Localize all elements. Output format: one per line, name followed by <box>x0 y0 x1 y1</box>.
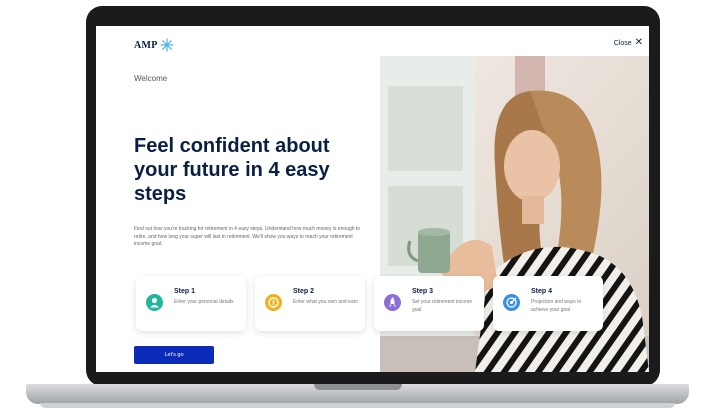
intro-description: Find out how you're tracking for retirem… <box>134 226 361 247</box>
rocket-icon <box>384 294 401 311</box>
step-title: Step 3 <box>412 288 434 295</box>
person-icon <box>146 294 163 311</box>
laptop-shadow <box>40 403 675 408</box>
lets-go-button[interactable]: Let's go <box>134 346 214 364</box>
step-card-1[interactable]: Step 1 Enter your personal details <box>136 276 246 331</box>
coin-icon <box>265 294 282 311</box>
step-text: Projection and ways to achieve your goal <box>531 299 582 313</box>
step-card-4[interactable]: Step 4 Projection and ways to achieve yo… <box>493 276 603 331</box>
target-icon <box>503 294 520 311</box>
welcome-label: Welcome <box>134 74 168 83</box>
logo-burst-icon <box>160 38 174 52</box>
step-text: Set your retirement income goal <box>412 299 473 313</box>
step-text: Enter what you own and earn <box>293 299 359 305</box>
amp-logo: AMP <box>134 38 174 52</box>
step-title: Step 1 <box>174 288 196 295</box>
logo-text: AMP <box>134 39 158 51</box>
step-title: Step 2 <box>293 288 315 295</box>
close-icon: ✕ <box>634 37 643 48</box>
step-text: Enter your personal details <box>174 299 234 305</box>
step-card-2[interactable]: Step 2 Enter what you own and earn <box>255 276 365 331</box>
step-title: Step 4 <box>531 288 553 295</box>
step-card-3[interactable]: Step 3 Set your retirement income goal <box>374 276 484 331</box>
close-label: Close <box>613 39 632 47</box>
page-headline: Feel confident about your future in 4 ea… <box>134 135 330 205</box>
close-button[interactable]: Close ✕ <box>614 38 643 48</box>
laptop-notch <box>314 384 402 390</box>
app-screen: AMP Close ✕ Welcome Feel confident about… <box>96 26 649 372</box>
